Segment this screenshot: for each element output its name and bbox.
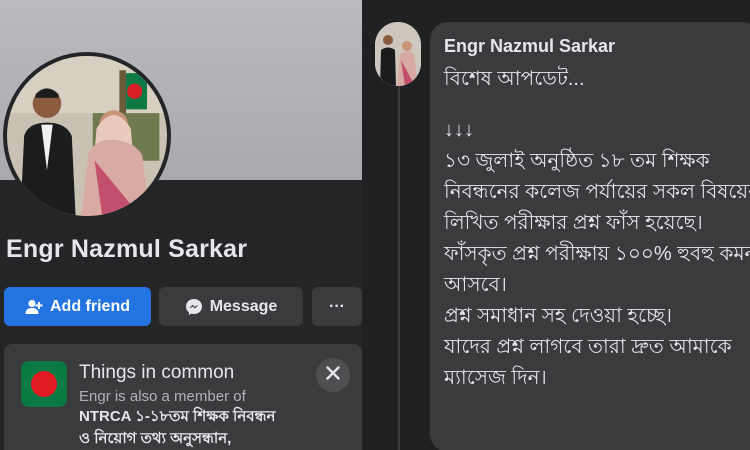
post-line: বিশেষ আপডেট... [444,68,585,90]
post-line: ম্যাসেজ দিন। [444,367,547,389]
post-line: আসবে। [444,274,507,296]
more-options-button[interactable]: ··· [312,287,362,326]
add-friend-button[interactable]: Add friend [4,287,151,326]
close-icon [326,365,340,385]
things-in-common-title: Things in common [79,362,235,383]
message-label: Message [209,297,278,315]
add-friend-label: Add friend [50,297,130,315]
close-button[interactable] [316,358,350,392]
group-name-link[interactable]: NTRCA ১-১৮তম শিক্ষক নিবন্ধন ও নিয়োগ তথ্… [79,406,319,450]
things-in-common-text: Engr is also a member of [79,388,246,405]
post-line: প্রশ্ন সমাধান সহ দেওয়া হচ্ছে। [444,305,673,327]
messenger-icon [185,298,203,316]
post-line [444,95,744,115]
post-line: ↓↓↓ [444,119,474,141]
post-body: বিশেষ আপডেট... ↓↓↓ ১৩ জুলাই অনুষ্ঠিত ১৮ … [444,64,750,394]
group-flag-icon[interactable] [21,361,67,407]
post-panel: Engr Nazmul Sarkar বিশেষ আপডেট... ↓↓↓ ১৩… [362,0,750,450]
more-dots-icon: ··· [329,297,345,315]
post-line: ফাঁসকৃত প্রশ্ন পরীক্ষায় ১০০% হুবহু কমন [444,243,750,265]
post-author-avatar[interactable] [375,22,421,86]
profile-name: Engr Nazmul Sarkar [6,235,248,263]
post-line: নিবন্ধনের কলেজ পর্যায়ের সকল বিষয়ের [444,181,750,203]
thread-line [398,82,400,450]
profile-photo [7,56,167,216]
group-name-line: ও নিয়োগ তথ্য অনুসন্ধান, [79,430,232,447]
post-author-name[interactable]: Engr Nazmul Sarkar [444,36,615,57]
add-person-icon [25,299,43,315]
profile-avatar[interactable] [3,52,171,220]
post-author-photo [375,22,421,86]
post-line: লিখিত পরীক্ষার প্রশ্ন ফাঁস হয়েছে। [444,212,703,234]
message-button[interactable]: Message [159,287,303,326]
profile-panel: Engr Nazmul Sarkar Add friend Message ··… [0,0,362,450]
post-line: যাদের প্রশ্ন লাগবে তারা দ্রুত আমাকে [444,336,732,358]
group-name-line: NTRCA ১-১৮তম শিক্ষক নিবন্ধন [79,408,276,425]
post-line: ১৩ জুলাই অনুষ্ঠিত ১৮ তম শিক্ষক [444,150,710,172]
